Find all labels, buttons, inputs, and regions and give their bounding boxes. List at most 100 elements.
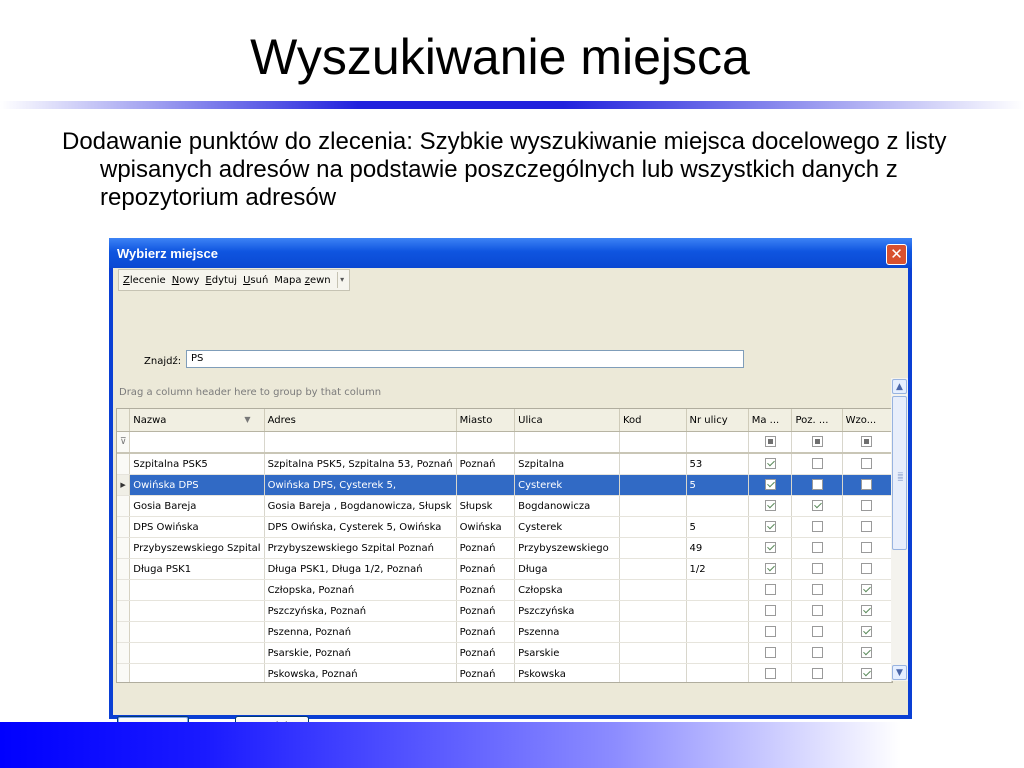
cell-nr[interactable]	[686, 579, 749, 601]
filter-wzo[interactable]	[842, 431, 892, 454]
menu-zlecenie[interactable]: Zlecenie	[123, 275, 166, 286]
table-row[interactable]: Pskowska, Poznań Poznań Pskowska	[117, 663, 892, 682]
checkbox-poz[interactable]	[811, 563, 823, 575]
cell-wzo[interactable]	[842, 558, 892, 580]
checkbox-poz[interactable]	[811, 542, 823, 554]
filter-nr-ulicy[interactable]	[686, 431, 749, 454]
checkbox-wzo[interactable]	[861, 563, 873, 575]
checkbox-wzo[interactable]	[861, 542, 873, 554]
cell-miasto[interactable]: Poznań	[456, 663, 516, 682]
cell-miasto[interactable]: Poznań	[456, 642, 516, 664]
checkbox-wzo[interactable]	[861, 584, 873, 596]
cell-poz[interactable]	[791, 663, 843, 682]
filter-icon[interactable]: ⊽	[117, 431, 131, 454]
header-adres[interactable]: Adres	[264, 409, 457, 432]
cell-poz[interactable]	[791, 621, 843, 643]
table-row[interactable]: Psarskie, Poznań Poznań Psarskie	[117, 642, 892, 664]
checkbox-ma[interactable]	[764, 668, 776, 680]
cell-nr[interactable]: 5	[686, 516, 749, 538]
header-ulica[interactable]: Ulica	[514, 409, 620, 432]
cell-ma[interactable]	[748, 516, 793, 538]
filter-nazwa[interactable]	[129, 431, 265, 454]
cell-miasto[interactable]: Poznań	[456, 558, 516, 580]
cell-miasto[interactable]: Poznań	[456, 579, 516, 601]
filter-poz[interactable]	[791, 431, 843, 454]
cell-adres[interactable]: Długa PSK1, Długa 1/2, Poznań	[264, 558, 457, 580]
scroll-down-icon[interactable]: ▼	[892, 665, 907, 680]
table-row[interactable]: Pszczyńska, Poznań Poznań Pszczyńska	[117, 600, 892, 622]
cell-poz[interactable]	[791, 579, 843, 601]
cell-adres[interactable]: Pszczyńska, Poznań	[264, 600, 457, 622]
cell-ulica[interactable]: Cysterek	[514, 516, 620, 538]
cell-nazwa[interactable]	[129, 621, 265, 643]
cell-poz[interactable]	[791, 642, 843, 664]
filter-kod[interactable]	[619, 431, 687, 454]
cell-nazwa[interactable]	[129, 642, 265, 664]
checkbox-poz[interactable]	[811, 479, 823, 491]
filter-adres[interactable]	[264, 431, 457, 454]
cell-poz[interactable]	[791, 474, 843, 496]
cell-wzo[interactable]	[842, 579, 892, 601]
cell-nr[interactable]: 5	[686, 474, 749, 496]
cell-ma[interactable]	[748, 663, 793, 682]
row-selector[interactable]	[117, 600, 131, 622]
menu-edytuj[interactable]: Edytuj	[205, 275, 237, 286]
checkbox-ma[interactable]	[764, 479, 776, 491]
scroll-up-icon[interactable]: ▲	[892, 379, 907, 394]
cell-poz[interactable]	[791, 516, 843, 538]
cell-poz[interactable]	[791, 537, 843, 559]
checkbox-poz[interactable]	[811, 668, 823, 680]
row-selector[interactable]	[117, 453, 131, 475]
cell-miasto[interactable]: Poznań	[456, 537, 516, 559]
checkbox-ma[interactable]	[764, 521, 776, 533]
cell-kod[interactable]	[619, 516, 687, 538]
checkbox-ma[interactable]	[764, 626, 776, 638]
checkbox-wzo[interactable]	[861, 647, 873, 659]
group-by-panel[interactable]: Drag a column header here to group by th…	[116, 378, 889, 408]
cell-kod[interactable]	[619, 495, 687, 517]
cell-nr[interactable]: 49	[686, 537, 749, 559]
checkbox-wzo[interactable]	[861, 521, 873, 533]
menu-mapa-zewn[interactable]: Mapa zewn	[274, 275, 330, 286]
cell-ma[interactable]	[748, 474, 793, 496]
checkbox-poz[interactable]	[811, 500, 823, 512]
cell-ulica[interactable]: Pszenna	[514, 621, 620, 643]
cell-nazwa[interactable]: Długa PSK1	[129, 558, 265, 580]
cell-wzo[interactable]	[842, 621, 892, 643]
row-selector[interactable]	[117, 621, 131, 643]
cell-wzo[interactable]	[842, 453, 892, 475]
cell-wzo[interactable]	[842, 495, 892, 517]
cell-nr[interactable]	[686, 663, 749, 682]
cell-kod[interactable]	[619, 558, 687, 580]
row-selector[interactable]	[117, 537, 131, 559]
cell-kod[interactable]	[619, 579, 687, 601]
filter-ma[interactable]	[748, 431, 793, 454]
row-selector[interactable]	[117, 663, 131, 682]
cell-adres[interactable]: Owińska DPS, Cysterek 5,	[264, 474, 457, 496]
cell-adres[interactable]: Pskowska, Poznań	[264, 663, 457, 682]
table-row[interactable]: DPS Owińska DPS Owińska, Cysterek 5, Owiń…	[117, 516, 892, 538]
cell-ma[interactable]	[748, 537, 793, 559]
cell-adres[interactable]: Gosia Bareja , Bogdanowicza, Słupsk	[264, 495, 457, 517]
table-row[interactable]: Długa PSK1 Długa PSK1, Długa 1/2, Poznań P…	[117, 558, 892, 580]
cell-miasto[interactable]: Owińska	[456, 516, 516, 538]
cell-ma[interactable]	[748, 579, 793, 601]
cell-adres[interactable]: Przybyszewskiego Szpital Poznań	[264, 537, 457, 559]
menu-nowy[interactable]: Nowy	[172, 275, 200, 286]
filter-ma-checkbox[interactable]	[764, 436, 776, 448]
cell-kod[interactable]	[619, 663, 687, 682]
header-poz[interactable]: Poz. ...	[791, 409, 843, 432]
cell-wzo[interactable]	[842, 474, 892, 496]
chevron-down-icon[interactable]: ▾	[336, 272, 347, 288]
sort-arrow-icon[interactable]: ▼	[244, 415, 250, 424]
checkbox-ma[interactable]	[764, 647, 776, 659]
cell-kod[interactable]	[619, 453, 687, 475]
cell-poz[interactable]	[791, 453, 843, 475]
table-row[interactable]: ▶ Owińska DPS Owińska DPS, Cysterek 5, Cyst…	[117, 474, 892, 496]
cell-adres[interactable]: Człopska, Poznań	[264, 579, 457, 601]
filter-ulica[interactable]	[514, 431, 620, 454]
checkbox-wzo[interactable]	[861, 500, 873, 512]
cell-nr[interactable]	[686, 642, 749, 664]
cell-wzo[interactable]	[842, 663, 892, 682]
header-wzo[interactable]: Wzo...	[842, 409, 892, 432]
